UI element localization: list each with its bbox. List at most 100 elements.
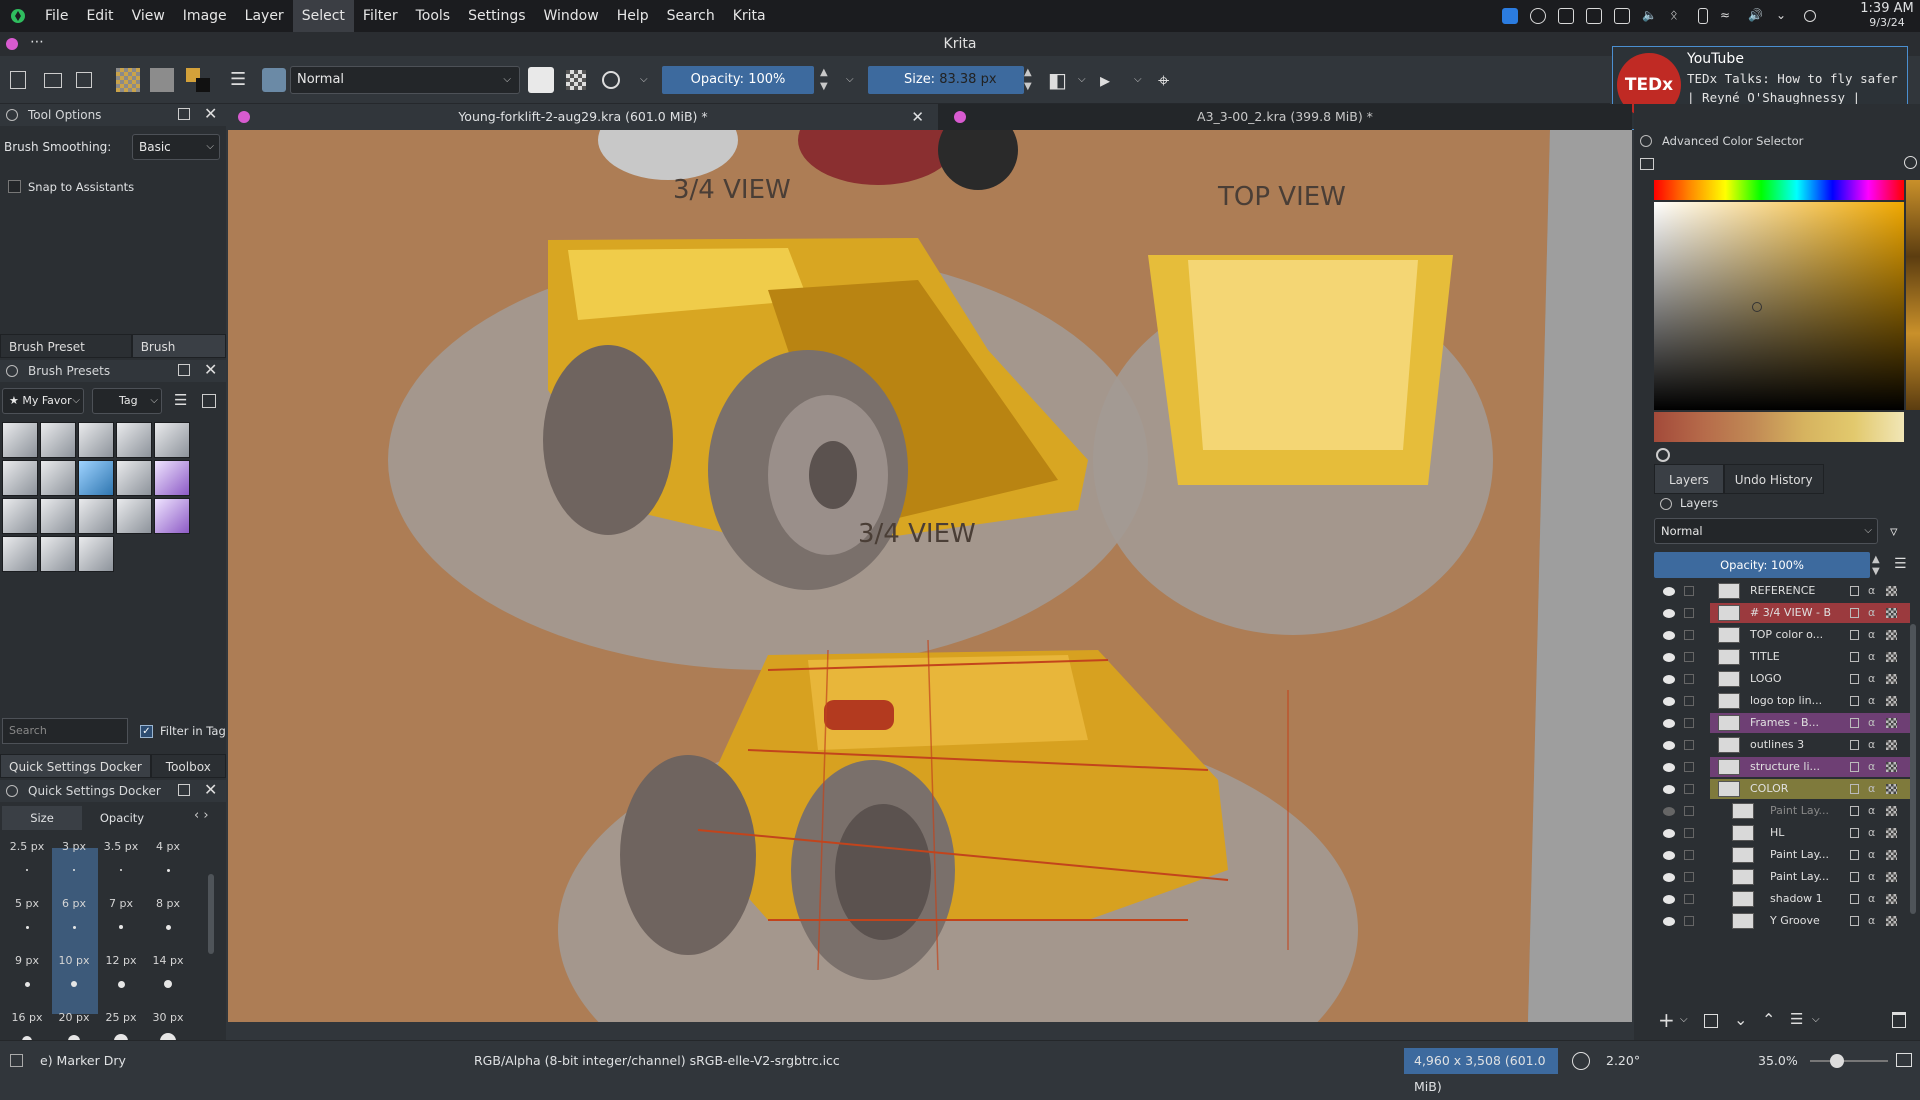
layer-row[interactable]: TITLE α [1654, 646, 1920, 668]
pen-app-icon[interactable] [1502, 8, 1518, 24]
move-layer-up-icon[interactable]: ⌃ [1762, 1010, 1775, 1029]
opacity-stepper[interactable]: ▲ ▼ [820, 66, 828, 94]
check-icon[interactable] [1530, 8, 1546, 24]
lock-icon[interactable] [1850, 608, 1859, 618]
preset-search-input[interactable]: Search [2, 718, 128, 744]
alpha-lock-icon[interactable]: α [1868, 624, 1875, 646]
snap-to-assistants-checkbox[interactable] [8, 180, 21, 193]
duplicate-layer-icon[interactable] [1704, 1014, 1718, 1028]
menu-icon[interactable]: ☰ [174, 391, 187, 409]
layer-row[interactable]: shadow 1 α [1654, 888, 1920, 910]
crop-icon[interactable]: ⌖ [1158, 68, 1182, 92]
lock-docker-icon[interactable] [6, 785, 18, 797]
brush-preset-thumb[interactable] [40, 422, 76, 458]
layer-row[interactable]: # 3/4 VIEW - B α [1654, 602, 1920, 624]
layer-row[interactable]: Paint Lay... α [1654, 800, 1920, 822]
color-palette-swatches[interactable] [1654, 412, 1904, 442]
layer-select-checkbox[interactable] [1684, 784, 1694, 794]
menu-window[interactable]: Window [535, 0, 608, 32]
menu-settings[interactable]: Settings [459, 0, 534, 32]
reload-preset-icon[interactable] [602, 71, 620, 89]
layer-row[interactable]: logo top lin... α [1654, 690, 1920, 712]
chevron-down-icon[interactable]: ⌄ [1776, 8, 1792, 24]
alpha-lock-icon[interactable]: α [1868, 800, 1875, 822]
layer-select-checkbox[interactable] [1684, 652, 1694, 662]
size-stepper[interactable]: ▲ ▼ [1024, 66, 1032, 94]
lock-icon[interactable] [1850, 828, 1859, 838]
layer-select-checkbox[interactable] [1684, 872, 1694, 882]
lock-icon[interactable] [1850, 916, 1859, 926]
preset-filter-select[interactable]: ★ My Favor ⌵ [2, 388, 84, 414]
close-icon[interactable]: ✕ [204, 360, 217, 379]
layer-row[interactable]: Paint Lay... α [1654, 844, 1920, 866]
canvas-area[interactable]: 3/4 VIEW TOP VIEW 3/4 VIEW [228, 130, 1632, 1022]
bluetooth-icon[interactable]: ᛟ [1670, 8, 1686, 24]
layer-select-checkbox[interactable] [1684, 806, 1694, 816]
clock[interactable]: 1:39 AM 9/3/24 [1856, 2, 1918, 30]
layer-row[interactable]: HL α [1654, 822, 1920, 844]
layer-select-checkbox[interactable] [1684, 586, 1694, 596]
layer-blend-mode-select[interactable]: Normal ⌵ [1654, 518, 1878, 544]
color-settings-icon[interactable] [1640, 158, 1654, 170]
filter-in-tag-checkbox[interactable]: ✓ [140, 725, 153, 738]
layer-select-checkbox[interactable] [1684, 916, 1694, 926]
quick-settings-scrollbar[interactable] [208, 874, 214, 954]
menu-file[interactable]: File [36, 0, 77, 32]
visibility-eye-icon[interactable] [1663, 587, 1675, 596]
lock-docker-icon[interactable] [6, 109, 18, 121]
lock-icon[interactable] [1850, 630, 1859, 640]
image-size[interactable]: 4,960 x 3,508 (601.0 MiB) [1404, 1048, 1558, 1094]
lock-icon[interactable] [1850, 586, 1859, 596]
inherit-alpha-icon[interactable] [1886, 696, 1897, 706]
alpha-lock-icon[interactable]: α [1868, 712, 1875, 734]
visibility-eye-icon[interactable] [1663, 697, 1675, 706]
brush-preset-thumb[interactable] [78, 422, 114, 458]
size-option[interactable]: 4 px [145, 840, 191, 872]
save-icon[interactable] [76, 72, 92, 88]
alpha-lock-icon[interactable]: α [1868, 866, 1875, 888]
layer-select-checkbox[interactable] [1684, 850, 1694, 860]
layer-row[interactable]: outlines 3 α [1654, 734, 1920, 756]
layers-scrollbar[interactable] [1910, 624, 1916, 914]
visibility-eye-icon[interactable] [1663, 807, 1675, 816]
visibility-eye-icon[interactable] [1663, 675, 1675, 684]
brush-preset-thumb[interactable] [2, 536, 38, 572]
visibility-eye-icon[interactable] [1663, 829, 1675, 838]
visibility-eye-icon[interactable] [1663, 763, 1675, 772]
inherit-alpha-icon[interactable] [1886, 894, 1897, 904]
size-option[interactable]: 3.5 px [98, 840, 144, 871]
brush-preset-thumb[interactable] [116, 422, 152, 458]
zoom-value[interactable]: 35.0% [1758, 1041, 1798, 1081]
lock-icon[interactable] [1850, 872, 1859, 882]
menu-image[interactable]: Image [174, 0, 236, 32]
close-icon[interactable]: ✕ [204, 780, 217, 799]
brush-preset-thumb[interactable] [2, 422, 38, 458]
inherit-alpha-icon[interactable] [1886, 608, 1897, 618]
alpha-lock-icon[interactable]: α [1868, 910, 1875, 932]
krita-logo-icon[interactable] [0, 0, 36, 32]
volume-icon[interactable]: 🔈 [1642, 8, 1658, 24]
alpha-lock-icon[interactable]: α [1868, 690, 1875, 712]
inherit-alpha-icon[interactable] [1886, 718, 1897, 728]
layer-select-checkbox[interactable] [1684, 762, 1694, 772]
brush-preset-thumb[interactable] [154, 422, 190, 458]
layer-select-checkbox[interactable] [1684, 608, 1694, 618]
opacity-slider[interactable]: Opacity: 100% [662, 66, 814, 94]
tab-size[interactable]: Size [2, 806, 82, 830]
size-option[interactable]: 5 px [4, 897, 50, 929]
brush-preset-thumb[interactable] [116, 460, 152, 496]
float-docker-icon[interactable] [178, 364, 190, 376]
tab-layers[interactable]: Layers [1654, 464, 1724, 494]
fit-view-icon[interactable] [1896, 1053, 1912, 1067]
brush-preset-thumb[interactable] [154, 460, 190, 496]
size-option[interactable]: 7 px [98, 897, 144, 929]
blend-mode-select[interactable]: Normal ⌵ [290, 66, 520, 94]
layer-select-checkbox[interactable] [1684, 894, 1694, 904]
brush-preset-thumb[interactable] [78, 498, 114, 534]
lock-icon[interactable] [1850, 740, 1859, 750]
menu-tools[interactable]: Tools [407, 0, 460, 32]
lock-icon[interactable] [1850, 850, 1859, 860]
menu-filter[interactable]: Filter [354, 0, 407, 32]
alpha-lock-icon[interactable]: α [1868, 668, 1875, 690]
close-icon[interactable]: ✕ [911, 104, 924, 130]
